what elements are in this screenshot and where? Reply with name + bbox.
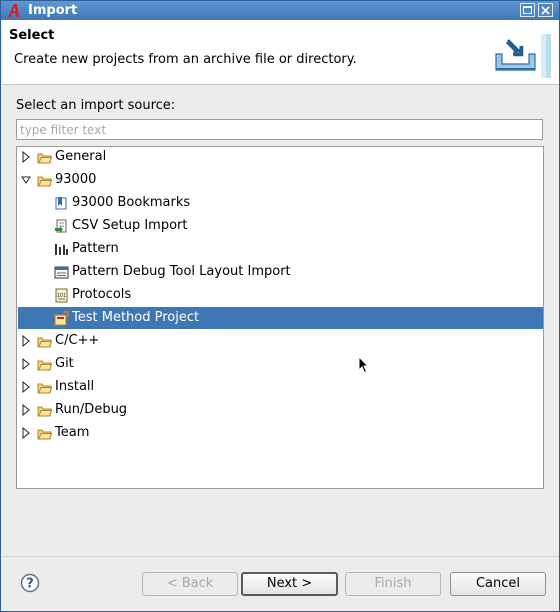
mouse-pointer-icon <box>358 356 370 374</box>
csv-import-icon <box>55 219 67 233</box>
tree-wizard-item[interactable]: 101 Protocols <box>18 284 543 306</box>
tree-folder-item[interactable]: Git <box>18 353 543 375</box>
tree-item-label: Git <box>55 356 74 371</box>
tree-folder-item[interactable]: Run/Debug <box>18 399 543 421</box>
tree-folder-item[interactable]: 93000 <box>18 169 543 191</box>
tree-item-label: Run/Debug <box>55 402 128 417</box>
layout-import-icon <box>54 266 69 279</box>
tree-wizard-item[interactable]: CSV Setup Import <box>18 215 543 237</box>
maximize-icon <box>523 6 532 14</box>
expand-arrow-right-icon[interactable] <box>21 358 31 370</box>
tree-folder-item[interactable]: Install <box>18 376 543 398</box>
tree-item-label: 93000 Bookmarks <box>72 195 191 210</box>
cancel-button[interactable]: Cancel <box>450 572 546 596</box>
finish-button[interactable]: Finish <box>345 572 441 596</box>
tree-item-label: Pattern <box>72 241 119 256</box>
back-button[interactable]: < Back <box>142 572 238 596</box>
tree-wizard-item[interactable]: Pattern Debug Tool Layout Import <box>18 261 543 283</box>
tree-wizard-item[interactable]: Test Method Project <box>18 307 543 329</box>
protocols-icon: 101 <box>55 288 68 303</box>
folder-icon <box>37 383 52 394</box>
app-logo-icon <box>8 4 19 17</box>
tree-item-label: General <box>55 149 107 164</box>
tree-folder-item[interactable]: General <box>18 146 543 168</box>
wizard-header: Select Create new projects from an archi… <box>2 20 559 85</box>
tree-item-label: Install <box>55 379 95 394</box>
close-icon <box>541 6 550 15</box>
tree-item-label: C/C++ <box>55 333 100 348</box>
page-description: Create new projects from an archive file… <box>14 52 357 67</box>
page-title: Select <box>9 28 55 43</box>
title-bar[interactable]: Import <box>1 1 559 20</box>
tree-item-label: Pattern Debug Tool Layout Import <box>72 264 291 279</box>
window-title: Import <box>28 3 78 18</box>
filter-input[interactable] <box>16 119 543 140</box>
svg-text:101: 101 <box>57 293 67 299</box>
test-method-icon <box>54 311 69 326</box>
pattern-icon <box>55 244 68 255</box>
expand-arrow-right-icon[interactable] <box>21 335 31 347</box>
help-icon[interactable]: ? <box>20 573 40 593</box>
button-bar-separator <box>2 556 559 557</box>
import-source-label: Select an import source: <box>16 98 176 113</box>
expand-arrow-right-icon[interactable] <box>21 404 31 416</box>
folder-icon <box>37 176 52 187</box>
folder-icon <box>37 429 52 440</box>
tree-folder-item[interactable]: C/C++ <box>18 330 543 352</box>
next-button[interactable]: Next > <box>241 572 338 596</box>
close-button[interactable] <box>538 3 553 17</box>
import-dialog: Import Select Create new projects from a… <box>0 0 560 612</box>
import-source-tree[interactable]: General 93000 93000 Bookmarks CSV Setup Imp… <box>16 146 544 489</box>
tree-wizard-item[interactable]: Pattern <box>18 238 543 260</box>
tree-item-label: 93000 <box>55 172 97 187</box>
maximize-button[interactable] <box>520 3 535 17</box>
tree-item-label: Team <box>55 425 90 440</box>
import-wizard-icon <box>495 34 551 78</box>
tree-item-label: Test Method Project <box>72 310 200 325</box>
tree-item-label: Protocols <box>72 287 132 302</box>
folder-icon <box>37 153 52 164</box>
expand-arrow-right-icon[interactable] <box>21 151 31 163</box>
tree-wizard-item[interactable]: 93000 Bookmarks <box>18 192 543 214</box>
folder-icon <box>37 360 52 371</box>
expand-arrow-down-icon[interactable] <box>21 174 31 186</box>
folder-icon <box>37 337 52 348</box>
tree-folder-item[interactable]: Team <box>18 422 543 444</box>
expand-arrow-right-icon[interactable] <box>21 427 31 439</box>
svg-text:?: ? <box>26 577 34 592</box>
bookmarks-icon <box>55 197 67 210</box>
tree-item-label: CSV Setup Import <box>72 218 188 233</box>
expand-arrow-right-icon[interactable] <box>21 381 31 393</box>
folder-icon <box>37 406 52 417</box>
